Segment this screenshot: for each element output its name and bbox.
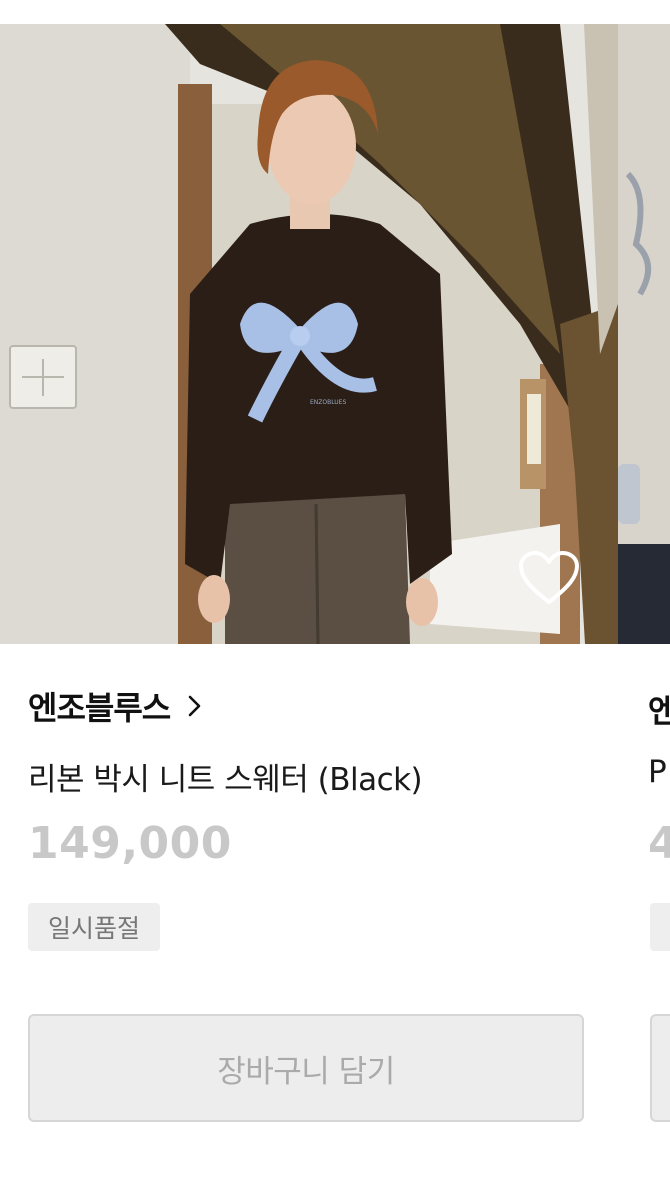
product-card[interactable]: ENZOBLUES 엔조블루스 리본 박시 니트 스웨터 (Black) 149… (0, 24, 618, 1124)
product-name[interactable]: 리본 박시 니트 스웨터 (Black) (28, 754, 423, 799)
next-add-to-cart-button[interactable] (650, 1014, 670, 1122)
chevron-right-icon (188, 695, 201, 717)
next-brand-name: 엔 (648, 692, 670, 730)
next-product-photo-illustration (618, 24, 670, 644)
heart-icon[interactable] (518, 550, 580, 606)
product-image[interactable]: ENZOBLUES (0, 24, 618, 644)
status-badge: 일시품절 (28, 903, 161, 951)
next-product-image[interactable] (618, 24, 670, 644)
sweater-print-text: ENZOBLUES (310, 399, 346, 406)
add-to-cart-button[interactable]: 장바구니 담기 (28, 1014, 584, 1122)
brand-name: 엔조블루스 (28, 689, 171, 727)
brand-link[interactable]: 엔조블루스 (28, 686, 206, 727)
product-price: 149,000 (28, 818, 232, 869)
next-product-price: 4 (648, 818, 670, 869)
next-product-name: P (648, 754, 667, 790)
next-product-card-peek[interactable]: 엔 P 4 (618, 24, 670, 1124)
next-status-badge (650, 903, 670, 951)
